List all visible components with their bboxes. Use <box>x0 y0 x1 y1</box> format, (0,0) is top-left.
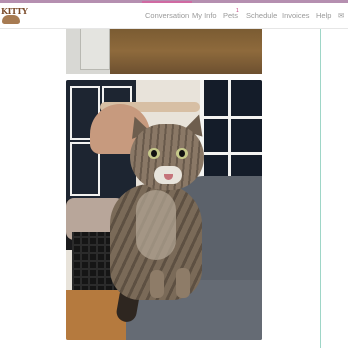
envelope-icon[interactable]: ✉ <box>338 11 348 20</box>
pets-badge: 1 <box>236 8 239 14</box>
nav-schedule[interactable]: Schedule <box>246 11 277 20</box>
content-divider <box>320 28 321 348</box>
nav-menu: Conversation My Info Pets 1 Schedule Inv… <box>0 0 348 28</box>
nav-conversation[interactable]: Conversation <box>141 1 193 20</box>
cat-eye-left <box>148 148 160 159</box>
nav-invoices[interactable]: Invoices <box>282 11 310 20</box>
nav-my-info[interactable]: My Info <box>192 11 217 20</box>
window-right <box>200 80 262 190</box>
top-navigation-bar: KITTY Conversation My Info Pets 1 Schedu… <box>0 0 348 29</box>
photo-floor-door[interactable] <box>66 28 262 74</box>
nav-help[interactable]: Help <box>316 11 331 20</box>
cat-eye-right <box>176 148 188 159</box>
wood-floor <box>110 28 262 74</box>
door-area <box>66 28 110 74</box>
photo-cat-on-couch[interactable] <box>66 80 262 340</box>
